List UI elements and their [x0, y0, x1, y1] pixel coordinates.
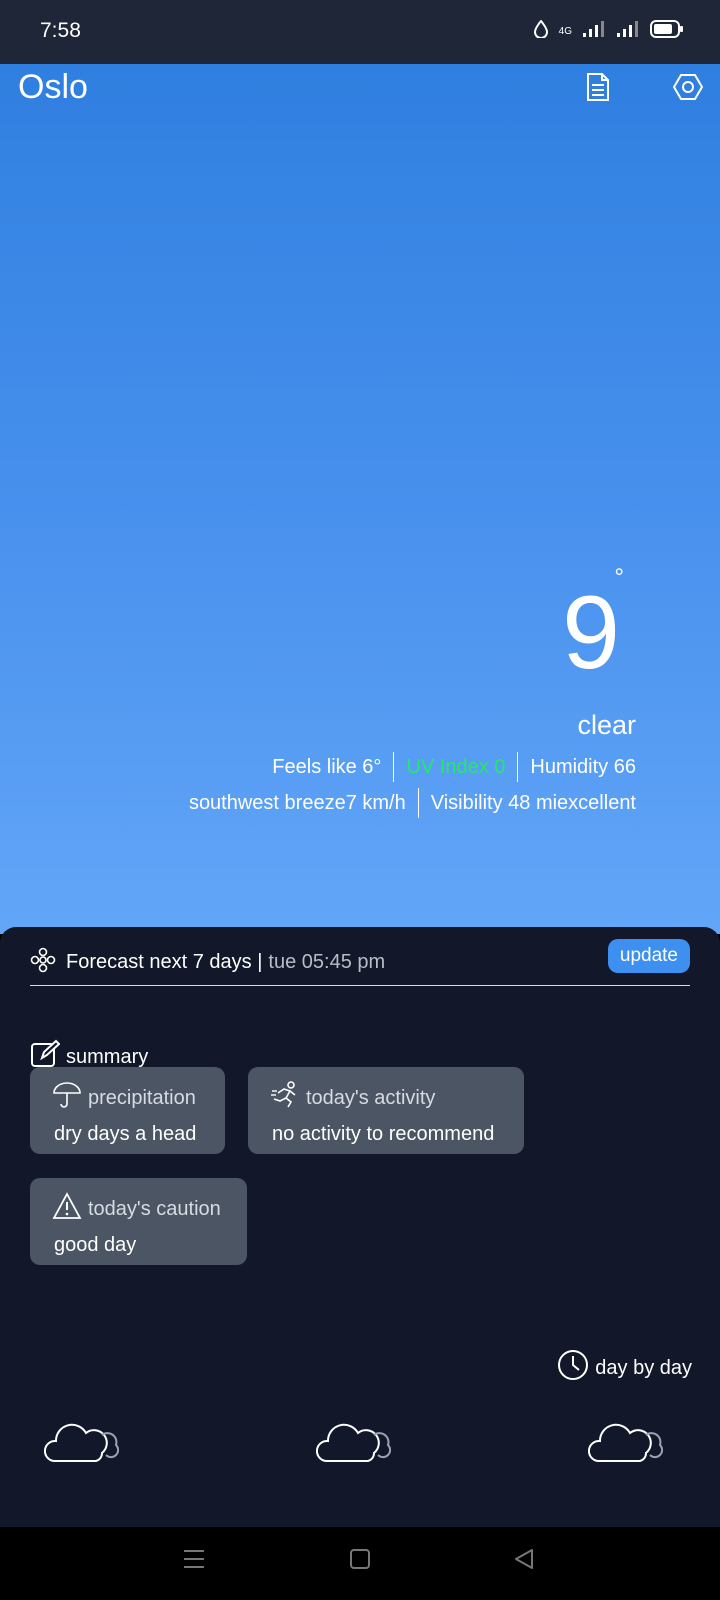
day-by-day-toggle[interactable]: day by day [557, 1349, 692, 1387]
condition-text: clear [577, 710, 636, 740]
menu-icon[interactable] [182, 1547, 206, 1576]
running-icon [270, 1081, 300, 1115]
degree-symbol: ° [614, 564, 624, 591]
cloud-icon [316, 1417, 394, 1472]
card-title: today's caution [88, 1197, 221, 1220]
card-title: today's activity [306, 1086, 436, 1109]
forecast-title: Forecast next 7 days | [66, 950, 263, 973]
back-icon[interactable] [513, 1547, 535, 1576]
signal-icon [582, 20, 606, 43]
umbrella-icon [52, 1081, 82, 1115]
divider [393, 752, 395, 782]
activity-card: today's activity no activity to recommen… [248, 1067, 524, 1154]
home-icon[interactable] [349, 1547, 371, 1576]
cloud-icon [44, 1417, 122, 1472]
card-value: good day [54, 1234, 137, 1256]
feels-like: Feels like 6° [272, 755, 382, 778]
summary-label: summary [66, 1045, 149, 1068]
temperature-value: 9 [562, 575, 620, 691]
cloud-icon [588, 1417, 666, 1472]
divider [417, 788, 419, 818]
document-icon[interactable] [586, 72, 610, 107]
forecast-updated-time: tue 05:45 pm [268, 950, 386, 973]
visibility: Visibility 48 miexcellent [430, 791, 636, 814]
card-value: dry days a head [54, 1123, 197, 1145]
status-bar: 7:58 4G [0, 0, 720, 64]
data-saver-icon [533, 19, 549, 43]
settings-icon[interactable] [672, 72, 704, 107]
clock-icon [557, 1349, 589, 1387]
forecast-panel: Forecast next 7 days | tue 05:45 pm upda… [0, 927, 720, 1527]
card-header: precipitation [52, 1081, 196, 1115]
wind: southwest breeze7 km/h [188, 791, 406, 814]
card-header: today's activity [270, 1081, 435, 1115]
divider [517, 752, 519, 782]
caution-card: today's caution good day [30, 1178, 247, 1265]
card-title: precipitation [88, 1086, 196, 1109]
current-weather-hero: Oslo 9 ° clear Feels like 6° UV Index 0 … [0, 64, 720, 934]
weather-meta-row-2: southwest breeze7 km/h Visibility 48 mie… [189, 788, 636, 818]
battery-icon [650, 20, 684, 43]
card-value: no activity to recommend [272, 1123, 495, 1145]
day-by-day-label: day by day [595, 1356, 692, 1379]
network-type-label: 4G [558, 26, 572, 37]
forecast-icon [30, 947, 56, 978]
weather-meta-row-1: Feels like 6° UV Index 0 Humidity 66 [272, 752, 636, 782]
status-icons: 4G [533, 19, 684, 43]
uv-index: UV Index 0 [406, 755, 506, 778]
signal-icon-2 [616, 20, 640, 43]
forecast-header: Forecast next 7 days | tue 05:45 pm [30, 939, 690, 986]
warning-icon [52, 1192, 82, 1226]
city-name[interactable]: Oslo [18, 68, 88, 107]
card-header: today's caution [52, 1192, 221, 1226]
precipitation-card: precipitation dry days a head [30, 1067, 225, 1154]
status-time: 7:58 [40, 19, 81, 42]
humidity: Humidity 66 [530, 755, 636, 778]
system-nav-bar [0, 1527, 720, 1600]
update-button[interactable]: update [607, 939, 690, 973]
